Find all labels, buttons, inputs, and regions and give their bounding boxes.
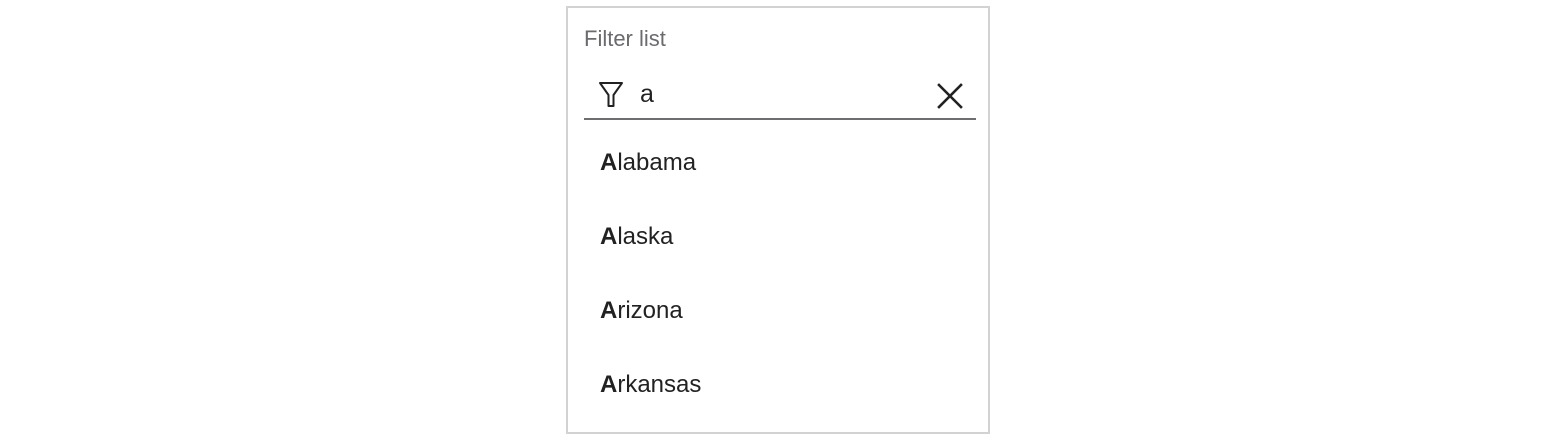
item-rest: rkansas — [617, 371, 702, 398]
list-item[interactable]: Arkansas — [568, 348, 988, 422]
match-highlight: A — [600, 371, 618, 398]
item-rest: labama — [617, 149, 697, 176]
item-rest: laska — [617, 223, 674, 250]
list-item[interactable]: Arizona — [568, 274, 988, 348]
filter-label: Filter list — [584, 26, 666, 51]
match-highlight: A — [600, 297, 618, 324]
match-highlight: A — [600, 223, 618, 250]
list-item[interactable]: Alabama — [568, 126, 988, 200]
filter-field[interactable] — [584, 72, 976, 120]
filter-input[interactable] — [640, 76, 920, 112]
match-highlight: A — [600, 149, 618, 176]
list-item[interactable]: Alaska — [568, 200, 988, 274]
item-rest: rizona — [617, 297, 683, 324]
filter-list-panel: Filter list Alabama Alaska Arizona Arkan… — [566, 6, 990, 434]
close-icon[interactable] — [934, 80, 966, 112]
result-list: Alabama Alaska Arizona Arkansas — [568, 126, 988, 422]
filter-icon — [599, 82, 623, 107]
